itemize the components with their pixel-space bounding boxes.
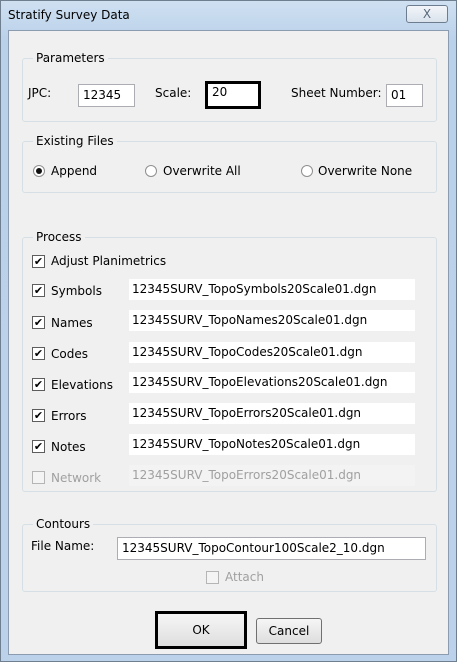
elevations-file-field[interactable]: 12345SURV_TopoElevations20Scale01.dgn: [129, 372, 415, 393]
overwrite-none-label[interactable]: Overwrite None: [318, 164, 412, 178]
parameters-group: Parameters JPC: 12345 Scale: 20 Sheet Nu…: [22, 51, 437, 122]
window-title: Stratify Survey Data: [8, 8, 130, 22]
dialog-body: Parameters JPC: 12345 Scale: 20 Sheet Nu…: [8, 30, 449, 655]
symbols-checkbox[interactable]: ✔: [32, 284, 45, 297]
attach-label: Attach: [225, 570, 264, 584]
dialog-window: Stratify Survey Data X Parameters JPC: 1…: [0, 0, 457, 662]
process-group: Process ✔ Adjust Planimetrics ✔ Symbols …: [22, 230, 437, 492]
contours-group: Contours File Name: 12345SURV_TopoContou…: [22, 517, 437, 592]
cancel-button[interactable]: Cancel: [256, 618, 322, 644]
scale-label: Scale:: [155, 86, 192, 100]
codes-file-field[interactable]: 12345SURV_TopoCodes20Scale01.dgn: [129, 342, 415, 363]
codes-label[interactable]: Codes: [51, 347, 88, 361]
append-radio[interactable]: [33, 165, 45, 177]
parameters-legend: Parameters: [33, 51, 108, 65]
scale-input[interactable]: 20: [205, 81, 261, 109]
sheet-number-label: Sheet Number:: [291, 86, 382, 100]
network-checkbox: [32, 471, 45, 484]
close-button[interactable]: X: [406, 5, 448, 23]
names-checkbox[interactable]: ✔: [32, 316, 45, 329]
existing-files-legend: Existing Files: [33, 134, 117, 148]
symbols-file-field[interactable]: 12345SURV_TopoSymbols20Scale01.dgn: [129, 279, 415, 300]
title-bar[interactable]: Stratify Survey Data X: [1, 1, 456, 29]
contour-file-name-label: File Name:: [31, 539, 95, 553]
names-label[interactable]: Names: [51, 316, 93, 330]
ok-button[interactable]: OK: [155, 611, 247, 649]
attach-checkbox: [206, 571, 219, 584]
append-label[interactable]: Append: [51, 164, 97, 178]
sheet-number-input[interactable]: 01: [386, 84, 423, 107]
network-label: Network: [51, 471, 102, 485]
names-file-field[interactable]: 12345SURV_TopoNames20Scale01.dgn: [129, 310, 415, 331]
overwrite-all-label[interactable]: Overwrite All: [163, 164, 241, 178]
jpc-input[interactable]: 12345: [78, 84, 135, 107]
contours-legend: Contours: [33, 517, 94, 531]
overwrite-all-radio[interactable]: [145, 165, 157, 177]
adjust-planimetrics-checkbox[interactable]: ✔: [32, 255, 45, 268]
existing-files-group: Existing Files Append Overwrite All Over…: [22, 134, 437, 193]
contour-file-name-input[interactable]: 12345SURV_TopoContour100Scale2_10.dgn: [117, 537, 426, 560]
errors-label[interactable]: Errors: [51, 409, 87, 423]
codes-checkbox[interactable]: ✔: [32, 347, 45, 360]
errors-file-field[interactable]: 12345SURV_TopoErrors20Scale01.dgn: [129, 403, 415, 424]
adjust-planimetrics-label[interactable]: Adjust Planimetrics: [51, 254, 166, 268]
overwrite-none-radio[interactable]: [301, 165, 313, 177]
symbols-label[interactable]: Symbols: [51, 284, 102, 298]
errors-checkbox[interactable]: ✔: [32, 409, 45, 422]
network-file-field: 12345SURV_TopoErrors20Scale01.dgn: [129, 465, 415, 486]
notes-file-field[interactable]: 12345SURV_TopoNotes20Scale01.dgn: [129, 434, 415, 455]
elevations-checkbox[interactable]: ✔: [32, 378, 45, 391]
notes-label[interactable]: Notes: [51, 440, 86, 454]
elevations-label[interactable]: Elevations: [51, 378, 113, 392]
jpc-label: JPC:: [28, 86, 52, 100]
notes-checkbox[interactable]: ✔: [32, 440, 45, 453]
process-legend: Process: [33, 230, 85, 244]
close-icon: X: [422, 7, 432, 21]
